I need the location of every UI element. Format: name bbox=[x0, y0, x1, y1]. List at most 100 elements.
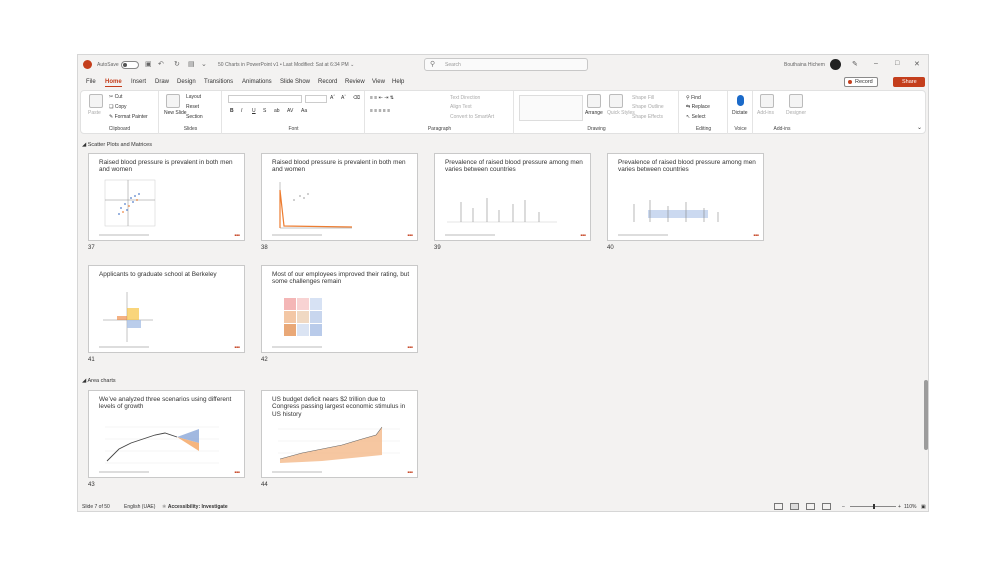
section-button[interactable]: Section bbox=[186, 114, 203, 120]
slide-logo: ■■■ bbox=[234, 345, 240, 349]
fit-slide-icon[interactable]: ▣ bbox=[921, 504, 926, 510]
zoom-out-icon[interactable]: – bbox=[842, 504, 845, 510]
italic-button[interactable]: I bbox=[241, 108, 242, 114]
layout-button[interactable]: Layout bbox=[186, 94, 201, 100]
arrange-button[interactable]: Arrange bbox=[585, 110, 603, 116]
tab-view[interactable]: View bbox=[372, 79, 385, 85]
quick-styles-icon[interactable] bbox=[609, 94, 623, 108]
tab-insert[interactable]: Insert bbox=[131, 79, 146, 85]
collapse-ribbon-icon[interactable]: ⌄ bbox=[917, 124, 922, 131]
shape-fill-button[interactable]: Shape Fill bbox=[632, 95, 654, 101]
new-slide-icon[interactable] bbox=[166, 94, 180, 108]
align-icons[interactable]: ≡ ≡ ≡ ≡ ≡ bbox=[370, 108, 390, 114]
select-button[interactable]: ↖ Select bbox=[686, 114, 706, 120]
slide-thumbnail-42[interactable]: Most of our employees improved their rat… bbox=[261, 265, 418, 353]
tab-design[interactable]: Design bbox=[177, 79, 196, 85]
slide-thumbnail-39[interactable]: Prevalence of raised blood pressure amon… bbox=[434, 153, 591, 241]
record-button[interactable]: Record bbox=[844, 77, 878, 87]
zoom-slider-thumb[interactable] bbox=[873, 504, 875, 509]
user-name[interactable]: Bouthaina Hichem bbox=[784, 62, 825, 68]
bold-button[interactable]: B bbox=[230, 108, 234, 114]
slideshow-view-icon[interactable] bbox=[822, 503, 831, 510]
present-icon[interactable]: ▤ bbox=[188, 60, 195, 68]
tab-slide-show[interactable]: Slide Show bbox=[280, 79, 310, 85]
bullets-icon[interactable]: ≡ ≡ ⇤ ⇥ ⇅ bbox=[370, 95, 394, 101]
share-button[interactable]: Share bbox=[893, 77, 925, 87]
clipboard-group: Paste ✂ Cut ❏ Copy ✎ Format Painter Clip… bbox=[81, 91, 159, 134]
tab-review[interactable]: Review bbox=[345, 79, 365, 85]
format-painter-button[interactable]: ✎ Format Painter bbox=[109, 114, 148, 120]
reading-view-icon[interactable] bbox=[806, 503, 815, 510]
clear-format-icon[interactable]: ⌫ bbox=[353, 95, 360, 101]
save-icon[interactable]: ▣ bbox=[145, 60, 152, 68]
strikethrough-button[interactable]: S bbox=[263, 108, 266, 114]
dictate-button[interactable]: Dictate bbox=[732, 110, 748, 116]
underline-button[interactable]: U bbox=[252, 108, 256, 114]
zoom-in-icon[interactable]: + bbox=[898, 504, 901, 510]
addins-button[interactable]: Add-ins bbox=[757, 110, 774, 116]
shapes-gallery[interactable] bbox=[519, 95, 583, 121]
increase-font-icon[interactable]: Aˆ bbox=[330, 95, 335, 101]
align-text-button[interactable]: Align Text bbox=[450, 104, 472, 110]
ribbon-display-icon[interactable]: ✎ bbox=[852, 60, 858, 68]
designer-icon[interactable] bbox=[789, 94, 803, 108]
spacing-button[interactable]: AV bbox=[287, 108, 293, 114]
language-status[interactable]: English (UAE) bbox=[124, 504, 155, 510]
new-slide-button[interactable]: New Slide bbox=[164, 110, 187, 116]
document-title[interactable]: 50 Charts in PowerPoint v1 • Last Modifi… bbox=[218, 62, 354, 68]
customize-quick-access-icon[interactable]: ⌄ bbox=[201, 60, 207, 68]
find-button[interactable]: ⚲ Find bbox=[686, 95, 701, 101]
tab-help[interactable]: Help bbox=[392, 79, 404, 85]
copy-button[interactable]: ❏ Copy bbox=[109, 104, 127, 110]
slide-thumbnail-43[interactable]: We’ve analyzed three scenarios using dif… bbox=[88, 390, 245, 478]
normal-view-icon[interactable] bbox=[774, 503, 783, 510]
tab-transitions[interactable]: Transitions bbox=[204, 79, 233, 85]
redo-icon[interactable]: ↻ bbox=[174, 60, 180, 68]
slide-thumbnail-40[interactable]: Prevalence of raised blood pressure amon… bbox=[607, 153, 764, 241]
addins-icon[interactable] bbox=[760, 94, 774, 108]
tab-file[interactable]: File bbox=[86, 79, 96, 85]
undo-icon[interactable]: ↶ bbox=[158, 60, 164, 68]
decrease-font-icon[interactable]: Aˇ bbox=[341, 95, 346, 101]
quick-styles-button[interactable]: Quick Styles bbox=[607, 110, 635, 116]
designer-button[interactable]: Designer bbox=[786, 110, 806, 116]
change-case-button[interactable]: Aa bbox=[301, 108, 307, 114]
close-icon[interactable]: ✕ bbox=[914, 60, 920, 68]
slide-sorter-view-icon[interactable] bbox=[790, 503, 799, 510]
paste-button[interactable]: Paste bbox=[88, 110, 101, 116]
autosave-toggle[interactable] bbox=[121, 61, 139, 69]
tab-home[interactable]: Home bbox=[105, 79, 122, 87]
section-header-scatter[interactable]: ◢ Scatter Plots and Matrices bbox=[82, 142, 152, 148]
slide-title: Prevalence of raised blood pressure amon… bbox=[618, 159, 756, 174]
tab-draw[interactable]: Draw bbox=[155, 79, 169, 85]
microphone-icon[interactable] bbox=[737, 95, 744, 106]
font-name-box[interactable] bbox=[228, 95, 302, 103]
arrange-icon[interactable] bbox=[587, 94, 601, 108]
slide-thumbnail-41[interactable]: Applicants to graduate school at Berkele… bbox=[88, 265, 245, 353]
shape-effects-button[interactable]: Shape Effects bbox=[632, 114, 663, 120]
convert-smartart-button[interactable]: Convert to SmartArt bbox=[450, 114, 494, 120]
section-header-area-charts[interactable]: ◢ Area charts bbox=[82, 378, 116, 384]
slide-thumbnail-38[interactable]: Raised blood pressure is prevalent in bo… bbox=[261, 153, 418, 241]
vertical-scrollbar[interactable] bbox=[923, 137, 928, 500]
text-direction-button[interactable]: Text Direction bbox=[450, 95, 480, 101]
slide-thumbnail-44[interactable]: US budget deficit nears $2 trillion due … bbox=[261, 390, 418, 478]
shadow-button[interactable]: ab bbox=[274, 108, 280, 114]
avatar[interactable] bbox=[830, 59, 841, 70]
replace-button[interactable]: ⇆ Replace bbox=[686, 104, 710, 110]
reset-button[interactable]: Reset bbox=[186, 104, 199, 110]
restore-icon[interactable]: □ bbox=[895, 60, 899, 67]
zoom-level[interactable]: 110% bbox=[904, 504, 916, 510]
tab-animations[interactable]: Animations bbox=[242, 79, 272, 85]
font-size-box[interactable] bbox=[305, 95, 327, 103]
accessibility-status[interactable]: ⚛ Accessibility: Investigate bbox=[162, 504, 228, 510]
tab-record[interactable]: Record bbox=[318, 79, 337, 85]
cut-button[interactable]: ✂ Cut bbox=[109, 94, 122, 100]
shape-outline-button[interactable]: Shape Outline bbox=[632, 104, 664, 110]
slide-thumbnail-37[interactable]: Raised blood pressure is prevalent in bo… bbox=[88, 153, 245, 241]
paste-icon[interactable] bbox=[89, 94, 103, 108]
minimize-icon[interactable]: – bbox=[874, 60, 878, 67]
accessibility-label: Accessibility: Investigate bbox=[167, 504, 228, 510]
search-box[interactable]: ⚲ Search bbox=[424, 58, 588, 71]
scrollbar-thumb[interactable] bbox=[924, 380, 928, 450]
